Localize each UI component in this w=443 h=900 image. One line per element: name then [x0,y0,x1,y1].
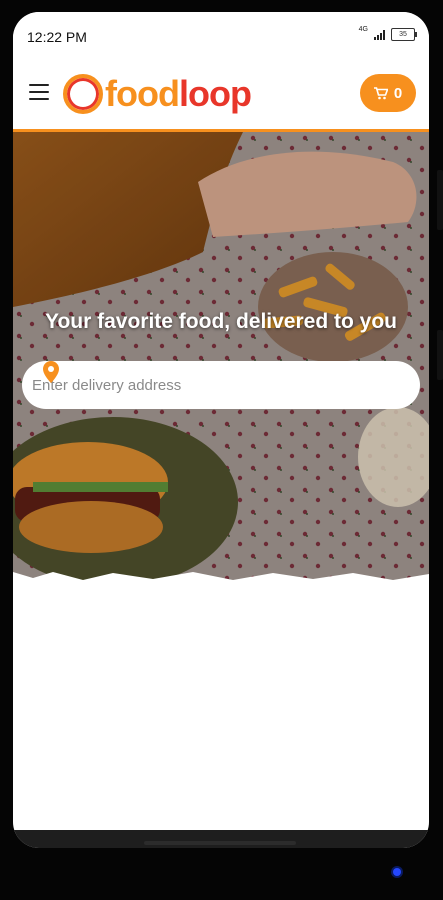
power-button [437,330,443,380]
shopping-cart-icon [373,86,388,99]
logo-ring-icon [63,74,103,114]
camera-dot [393,868,401,876]
status-bar: 12:22 PM 4G 35 [13,12,429,58]
hero-banner: Your favorite food, delivered to you [13,132,429,587]
logo-text: foodloop [105,73,252,114]
delivery-address-search[interactable] [22,361,420,409]
delivery-address-input[interactable] [30,375,354,395]
phone-frame: 12:22 PM 4G 35 foodloop 0 Your favorite … [0,0,443,900]
hamburger-menu-icon[interactable] [29,84,49,100]
cart-count: 0 [393,84,403,102]
hero-food-image [13,132,429,587]
network-indicator: 4G [358,26,368,33]
app-screen: 12:22 PM 4G 35 foodloop 0 Your favorite … [13,12,429,848]
volume-button [437,170,443,230]
foodloop-logo[interactable]: foodloop [63,72,252,116]
status-time: 12:22 PM [27,29,87,45]
system-nav-bar [13,830,429,848]
app-header: foodloop 0 [13,62,429,132]
battery-icon: 35 [391,28,417,41]
hero-tagline: Your favorite food, delivered to you [45,310,397,333]
signal-icon [374,29,385,40]
location-pin-icon [43,361,59,383]
home-indicator[interactable] [144,841,296,845]
status-icons: 4G 35 [358,26,417,41]
cart-button[interactable]: 0 [360,74,416,112]
